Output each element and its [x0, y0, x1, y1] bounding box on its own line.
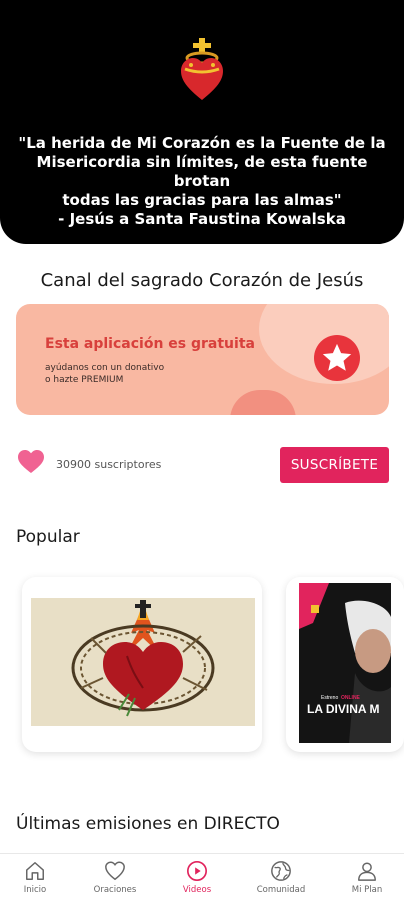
bottom-navigation: Inicio Oraciones Videos Comunidad Mi Pla…	[0, 853, 404, 900]
thumbnail-text-highlight: ONLINE	[341, 695, 361, 701]
nav-item-comunidad[interactable]: Comunidad	[246, 860, 316, 895]
person-icon	[358, 862, 376, 881]
thumbnail-text-large: LA DIVINA M	[307, 702, 379, 716]
promo-subtitle-line: ayúdanos con un donativo	[45, 363, 165, 373]
subscriber-count: 30900 suscriptores	[56, 458, 162, 471]
quote-line: "La herida de Mi Corazón es la Fuente de…	[18, 134, 386, 152]
promo-subtitle-line: o hazte PREMIUM	[45, 375, 124, 385]
play-circle-icon	[187, 861, 207, 881]
globe-icon	[271, 861, 291, 881]
star-icon	[322, 343, 352, 371]
nav-item-videos[interactable]: Videos	[162, 860, 232, 895]
promo-title: Esta aplicación es gratuita	[45, 336, 255, 352]
quote-line: Misericordia sin límites, de esta fuente…	[36, 153, 368, 190]
sacred-heart-icon	[181, 38, 223, 100]
quote-attribution: - Jesús a Santa Faustina Kowalska	[58, 210, 346, 228]
video-card[interactable]	[22, 577, 262, 752]
channel-title: Canal del sagrado Corazón de Jesús	[40, 270, 364, 291]
decorative-shape	[230, 390, 296, 415]
heart-icon	[18, 450, 44, 473]
live-section-title: Últimas emisiones en DIRECTO	[16, 814, 280, 834]
quote-line: todas las gracias para las almas"	[62, 191, 342, 209]
promo-subtitle: ayúdanos con un donativo o hazte PREMIUM	[45, 362, 164, 386]
thumbnail-text-small: Estreno	[321, 695, 338, 701]
video-card[interactable]: Estreno ONLINE LA DIVINA M	[286, 577, 404, 752]
heart-outline-icon	[105, 861, 125, 881]
nav-label: Videos	[182, 885, 212, 895]
nav-label: Comunidad	[256, 885, 306, 895]
nav-label: Oraciones	[93, 885, 137, 895]
nav-label: Inicio	[23, 885, 47, 895]
nav-item-mi-plan[interactable]: Mi Plan	[332, 860, 402, 895]
nav-item-inicio[interactable]: Inicio	[0, 860, 70, 895]
nav-label: Mi Plan	[351, 885, 383, 895]
premium-star-button[interactable]	[314, 335, 360, 381]
nav-item-oraciones[interactable]: Oraciones	[80, 860, 150, 895]
hero-quote: "La herida de Mi Corazón es la Fuente de…	[14, 134, 390, 229]
subscribe-button[interactable]: SUSCRÍBETE	[280, 447, 389, 483]
divina-misericordia-video-image: Estreno ONLINE LA DIVINA M	[299, 583, 391, 743]
sacred-heart-crown-of-thorns-image	[31, 598, 255, 726]
popular-section-title: Popular	[16, 527, 80, 547]
hero-banner: "La herida de Mi Corazón es la Fuente de…	[0, 0, 404, 244]
home-icon	[26, 862, 44, 880]
